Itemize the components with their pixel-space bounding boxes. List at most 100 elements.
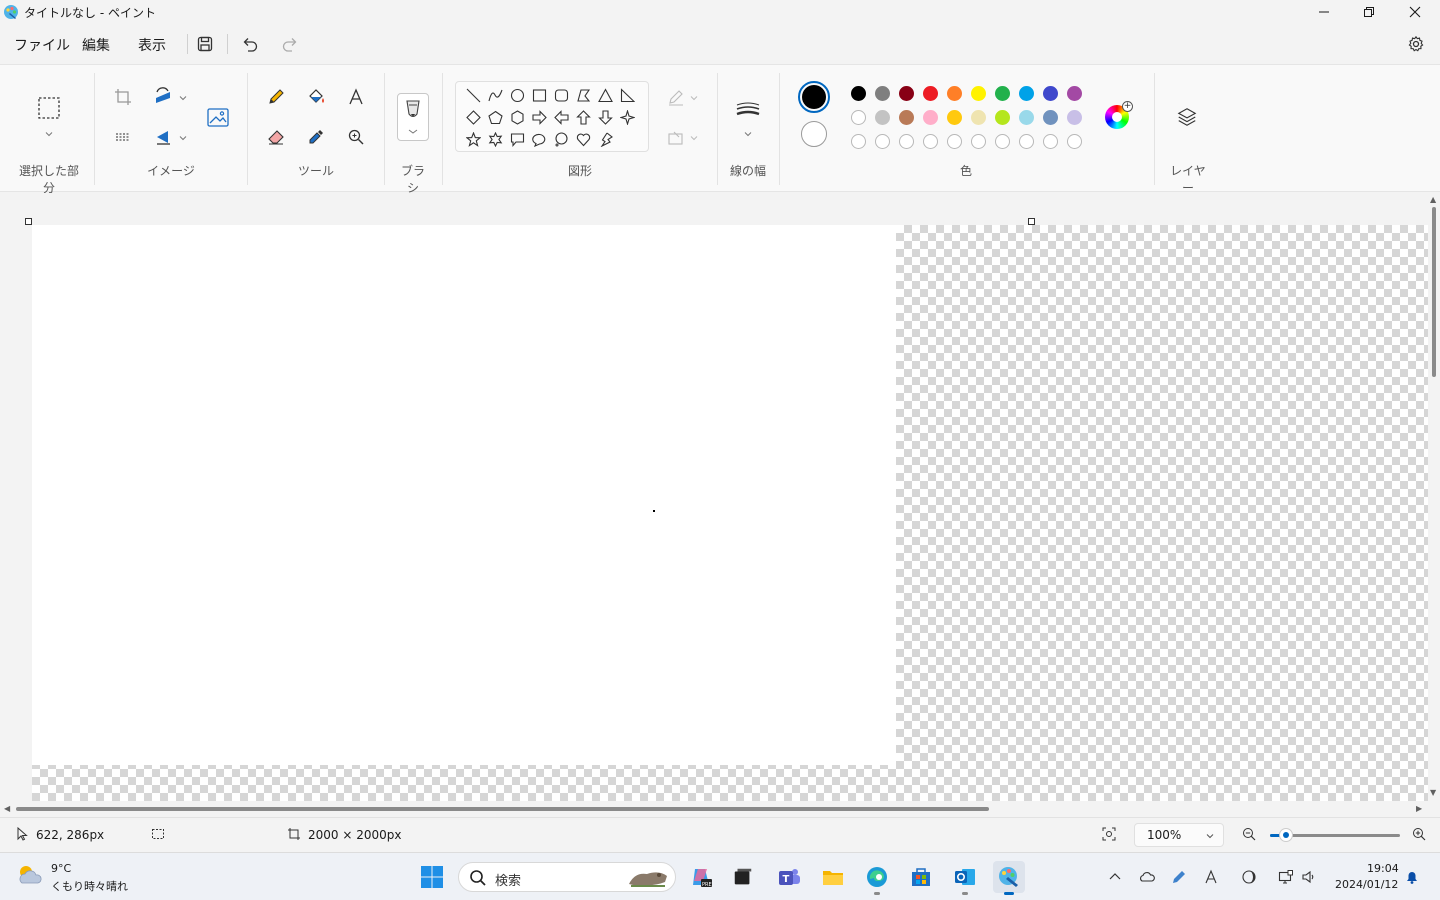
shape-curve[interactable] [485, 85, 505, 105]
menu-edit[interactable]: 編集 [82, 35, 110, 55]
image-properties-button[interactable] [204, 103, 232, 131]
shape-triangle[interactable] [595, 85, 615, 105]
weather-widget[interactable] [16, 863, 44, 887]
fill-shape-button[interactable] [662, 124, 690, 152]
horizontal-scrollbar[interactable]: ◀ ▶ [0, 803, 1428, 815]
save-button[interactable] [191, 30, 219, 58]
start-button[interactable] [416, 861, 448, 893]
taskbar-edge[interactable] [861, 861, 893, 895]
taskbar-outlook[interactable] [949, 861, 981, 895]
shape-cloud-callout[interactable] [551, 129, 571, 149]
custom-color-slot[interactable] [875, 134, 890, 149]
color-swatch[interactable] [947, 110, 962, 125]
skew-button[interactable] [109, 123, 137, 151]
tray-focus[interactable] [1239, 867, 1259, 887]
primary-color-button[interactable] [798, 81, 830, 113]
shape-diamond[interactable] [463, 107, 483, 127]
shape-right-arrow[interactable] [529, 107, 549, 127]
tray-volume[interactable] [1299, 867, 1319, 887]
menu-file[interactable]: ファイル [14, 35, 70, 55]
select-rectangle-button[interactable] [35, 94, 63, 122]
color-swatch[interactable] [971, 110, 986, 125]
shape-heart[interactable] [573, 129, 593, 149]
color-swatch[interactable] [1019, 86, 1034, 101]
zoom-out-button[interactable] [1242, 827, 1258, 843]
taskbar-file-explorer[interactable] [817, 861, 849, 893]
shape-five-point-star[interactable] [463, 129, 483, 149]
crop-button[interactable] [109, 83, 137, 111]
shape-four-point-star[interactable] [617, 107, 637, 127]
close-button[interactable] [1392, 0, 1438, 24]
shape-up-arrow[interactable] [573, 107, 593, 127]
shape-rectangle[interactable] [529, 85, 549, 105]
color-swatch[interactable] [1043, 86, 1058, 101]
fill-tool[interactable] [302, 83, 330, 111]
clock-time[interactable]: 19:04 [1367, 862, 1399, 875]
shape-line[interactable] [463, 85, 483, 105]
taskbar-teams[interactable]: T [773, 861, 805, 893]
color-swatch[interactable] [1019, 110, 1034, 125]
shape-six-point-star[interactable] [485, 129, 505, 149]
taskbar-copilot[interactable]: PRE [685, 861, 717, 893]
resize-handle-top[interactable] [1028, 218, 1035, 225]
selection-dropdown[interactable] [44, 128, 54, 138]
tray-overflow-button[interactable] [1105, 867, 1125, 887]
color-swatch[interactable] [995, 86, 1010, 101]
shape-right-triangle[interactable] [617, 85, 637, 105]
shape-left-arrow[interactable] [551, 107, 571, 127]
color-swatch[interactable] [1067, 86, 1082, 101]
custom-color-slot[interactable] [923, 134, 938, 149]
color-swatch[interactable] [971, 86, 986, 101]
horizontal-scroll-thumb[interactable] [16, 807, 989, 811]
undo-button[interactable] [236, 30, 264, 58]
weather-temperature[interactable]: 9°C [51, 862, 71, 875]
text-tool[interactable] [342, 83, 370, 111]
vertical-scrollbar[interactable]: ▲ ▼ [1428, 193, 1440, 803]
menu-view[interactable]: 表示 [138, 35, 166, 55]
scroll-down-icon[interactable]: ▼ [1430, 789, 1438, 797]
fill-shape-dropdown[interactable] [689, 132, 699, 142]
flip-dropdown[interactable] [178, 132, 188, 142]
eraser-tool[interactable] [262, 123, 290, 151]
color-swatch[interactable] [923, 110, 938, 125]
vertical-scroll-thumb[interactable] [1432, 207, 1436, 377]
shape-lightning[interactable] [595, 129, 615, 149]
tray-onedrive[interactable] [1137, 867, 1157, 887]
clock-date[interactable]: 2024/01/12 [1335, 878, 1398, 891]
zoom-select[interactable]: 100% [1134, 823, 1224, 847]
layers-button[interactable] [1173, 103, 1201, 131]
shape-rect-callout[interactable] [507, 129, 527, 149]
taskbar-paint[interactable] [993, 861, 1025, 895]
stroke-width-button[interactable] [734, 95, 762, 123]
custom-color-slot[interactable] [1019, 134, 1034, 149]
zoom-slider[interactable] [1270, 828, 1400, 842]
minimize-button[interactable] [1301, 0, 1347, 24]
maximize-button[interactable] [1346, 0, 1392, 24]
shape-rounded-rectangle[interactable] [551, 85, 571, 105]
redo-button[interactable] [276, 30, 304, 58]
outline-button[interactable] [662, 84, 690, 112]
notification-button[interactable] [1402, 867, 1422, 887]
tray-ime[interactable] [1201, 867, 1221, 887]
scroll-up-icon[interactable]: ▲ [1430, 196, 1438, 204]
shape-oval-callout[interactable] [529, 129, 549, 149]
settings-button[interactable] [1402, 30, 1430, 58]
shape-oval[interactable] [507, 85, 527, 105]
color-swatch[interactable] [1067, 110, 1082, 125]
color-swatch[interactable] [875, 110, 890, 125]
resize-dropdown[interactable] [178, 92, 188, 102]
color-swatch[interactable] [851, 110, 866, 125]
edit-colors-button[interactable]: + [1105, 101, 1133, 129]
taskbar-task-view[interactable] [727, 861, 759, 893]
tray-network[interactable] [1276, 867, 1296, 887]
custom-color-slot[interactable] [899, 134, 914, 149]
shape-down-arrow[interactable] [595, 107, 615, 127]
secondary-color-button[interactable] [801, 121, 827, 147]
resize-button[interactable] [149, 83, 177, 111]
custom-color-slot[interactable] [971, 134, 986, 149]
color-swatch[interactable] [851, 86, 866, 101]
color-swatch[interactable] [923, 86, 938, 101]
pencil-tool[interactable] [262, 83, 290, 111]
shape-polygon[interactable] [573, 85, 593, 105]
color-swatch[interactable] [947, 86, 962, 101]
